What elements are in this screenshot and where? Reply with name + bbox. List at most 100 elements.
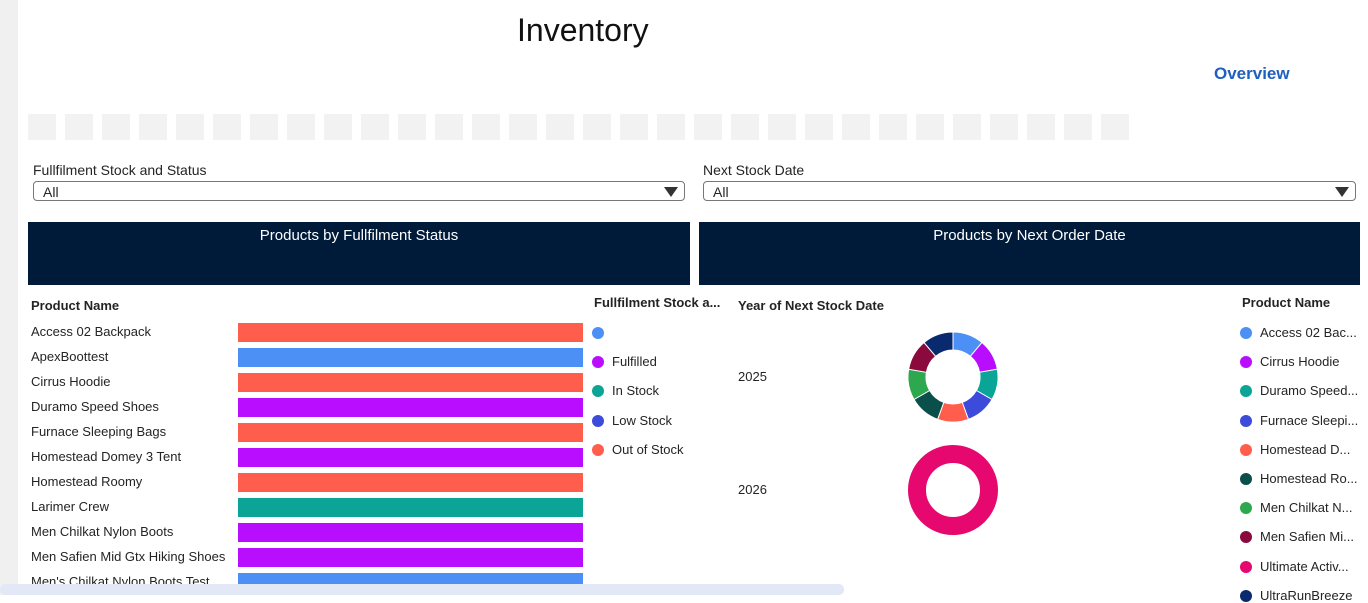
legend-label: Out of Stock (612, 441, 684, 457)
overview-link[interactable]: Overview (1214, 64, 1290, 84)
legend-item[interactable]: Homestead D... (1240, 442, 1360, 457)
donut-slice[interactable] (923, 331, 954, 358)
bar-chart-row-header: Product Name (31, 298, 120, 313)
legend-label: UltraRunBreeze (1260, 587, 1353, 603)
placeholder-tile (731, 114, 759, 140)
legend-dot-icon (1240, 356, 1252, 369)
legend-dot-icon (592, 443, 604, 456)
placeholder-tiles (28, 114, 1129, 140)
placeholder-tile (546, 114, 574, 140)
bar-mark[interactable] (238, 323, 583, 342)
next-stock-date-dropdown[interactable]: All (703, 181, 1356, 201)
placeholder-tile (139, 114, 167, 140)
placeholder-tile (287, 114, 315, 140)
legend-item[interactable]: Low Stock (592, 413, 672, 428)
bar-row-label: Homestead Roomy (31, 474, 143, 489)
bar-row-label: Men Safien Mid Gtx Hiking Shoes (31, 549, 226, 564)
legend-label: Access 02 Bac... (1260, 325, 1357, 340)
legend-label: Duramo Speed... (1260, 383, 1359, 399)
fulfilment-status-dropdown[interactable]: All (33, 181, 685, 201)
legend-dot-icon (1240, 531, 1252, 544)
placeholder-tile (509, 114, 537, 140)
panel-title-next-order: Products by Next Order Date (699, 222, 1360, 285)
legend-item[interactable]: Ultimate Activ... (1240, 559, 1360, 574)
placeholder-tile (250, 114, 278, 140)
legend-item[interactable]: Men Safien Mi... (1240, 529, 1360, 544)
placeholder-tile (1027, 114, 1055, 140)
horizontal-scrollbar[interactable] (0, 584, 844, 595)
legend-dot-icon (1240, 560, 1252, 573)
dropdown-value: All (43, 184, 59, 200)
placeholder-tile (435, 114, 463, 140)
legend-dot-icon (1240, 589, 1252, 602)
filter-label-fulfilment: Fullfilment Stock and Status (33, 162, 207, 178)
bar-mark[interactable] (238, 548, 583, 567)
filter-label-next-stock-date: Next Stock Date (703, 162, 805, 178)
legend-item[interactable]: Men Chilkat N... (1240, 500, 1360, 515)
donut-slice[interactable] (961, 389, 993, 420)
donut-slice[interactable] (913, 389, 945, 420)
donut-year-label: 2026 (738, 482, 767, 497)
bar-mark[interactable] (238, 523, 583, 542)
placeholder-tile (657, 114, 685, 140)
legend-label: Fulfilled (612, 354, 657, 370)
donut-legend-title: Product Name (1242, 295, 1331, 310)
legend-label: Men Chilkat N... (1260, 500, 1353, 516)
legend-item[interactable]: Duramo Speed... (1240, 383, 1360, 398)
legend-dot-icon (592, 327, 604, 339)
legend-item[interactable]: Access 02 Bac... (1240, 325, 1360, 340)
legend-dot-icon (592, 385, 604, 398)
legend-item[interactable]: Fulfilled (592, 354, 657, 369)
placeholder-tile (398, 114, 426, 140)
placeholder-tile (953, 114, 981, 140)
legend-label: Low Stock (612, 412, 672, 428)
bar-mark[interactable] (238, 423, 583, 442)
placeholder-tile (102, 114, 130, 140)
legend-dot-icon (1240, 327, 1252, 339)
bar-mark[interactable] (238, 448, 583, 467)
placeholder-tile (1064, 114, 1092, 140)
placeholder-tile (324, 114, 352, 140)
bar-mark[interactable] (238, 348, 583, 367)
legend-label: Men Safien Mi... (1260, 529, 1354, 545)
legend-item[interactable]: Homestead Ro... (1240, 471, 1360, 486)
legend-label: Cirrus Hoodie (1260, 354, 1340, 370)
legend-item[interactable]: UltraRunBreeze (1240, 588, 1360, 603)
legend-item[interactable]: Out of Stock (592, 442, 684, 457)
legend-item[interactable]: In Stock (592, 383, 659, 398)
bar-mark[interactable] (238, 498, 583, 517)
donut-slice[interactable] (936, 401, 970, 423)
legend-label: Homestead D... (1260, 441, 1351, 457)
left-rail (0, 0, 18, 595)
placeholder-tile (472, 114, 500, 140)
legend-label: Homestead Ro... (1260, 471, 1358, 486)
legend-label: Ultimate Activ... (1260, 558, 1349, 574)
legend-item[interactable]: Furnace Sleepi... (1240, 413, 1360, 428)
bar-row-label: ApexBoottest (31, 349, 109, 364)
legend-dot-icon (592, 414, 604, 427)
bar-mark[interactable] (238, 373, 583, 392)
legend-dot-icon (1240, 473, 1252, 485)
bar-mark[interactable] (238, 398, 583, 417)
donut-slice[interactable] (907, 368, 931, 401)
bar-mark[interactable] (238, 473, 583, 492)
legend-label: Furnace Sleepi... (1260, 412, 1359, 428)
placeholder-tile (620, 114, 648, 140)
donut-slice[interactable] (908, 341, 937, 373)
page-title: Inventory (517, 12, 649, 48)
placeholder-tile (361, 114, 389, 140)
chevron-down-icon (664, 187, 678, 197)
bar-legend-title: Fullfilment Stock a... (594, 295, 721, 310)
placeholder-tile (768, 114, 796, 140)
legend-item[interactable] (592, 325, 612, 340)
legend-dot-icon (1240, 502, 1252, 515)
donut-slice[interactable] (975, 368, 999, 401)
donut-slice[interactable] (969, 341, 998, 373)
placeholder-tile (916, 114, 944, 140)
placeholder-tile (583, 114, 611, 140)
legend-item[interactable]: Cirrus Hoodie (1240, 354, 1360, 369)
legend-dot-icon (592, 356, 604, 369)
donut-year-header: Year of Next Stock Date (738, 298, 884, 313)
donut-slice[interactable] (952, 331, 983, 358)
donut-slice[interactable] (908, 445, 998, 535)
